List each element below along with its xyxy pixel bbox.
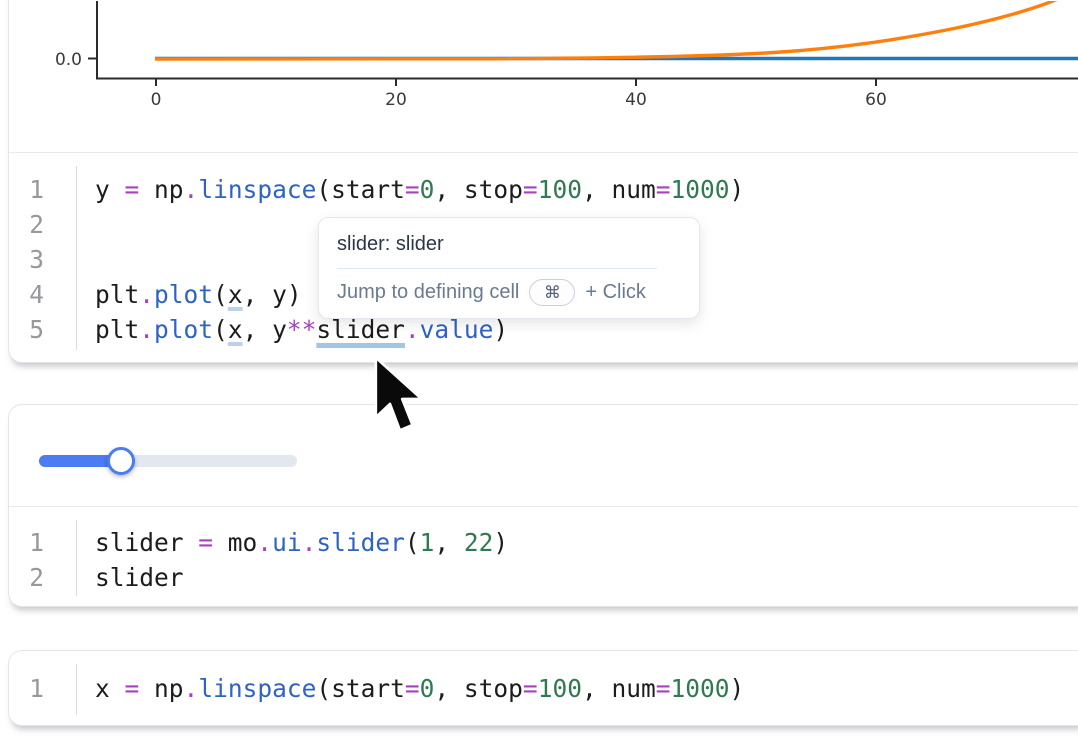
plot-output-area: 0.0 0 20 40 60 (9, 0, 1078, 153)
line-number: 4 (9, 277, 44, 312)
code-text[interactable]: slider = mo.ui.slider(1, 22) (44, 525, 508, 560)
gutter-separator (76, 166, 77, 350)
gutter-separator (76, 520, 77, 596)
y-tick-label: 0.0 (55, 50, 82, 70)
x-tick-label: 0 (151, 90, 162, 110)
code-text[interactable]: y = np.linspace(start=0, stop=100, num=1… (44, 172, 744, 207)
line-number: 2 (9, 560, 44, 595)
x-tick-label: 40 (625, 90, 647, 110)
tooltip-title: slider: slider (337, 231, 681, 257)
line-number: 2 (9, 207, 44, 242)
code-text[interactable] (44, 207, 95, 242)
tooltip-action-label: Jump to defining cell (337, 281, 519, 304)
tooltip-divider (337, 268, 657, 269)
tooltip-click-label: + Click (585, 281, 646, 304)
slider-output-area (9, 405, 1078, 507)
line-number: 1 (9, 172, 44, 207)
line-number: 1 (9, 671, 44, 706)
mouse-cursor-icon (372, 350, 424, 438)
x-tick-label: 60 (865, 90, 887, 110)
plot-line-orange (155, 1, 1067, 59)
code-line[interactable]: 1 slider = mo.ui.slider(1, 22) (9, 525, 1078, 560)
notebook-screen: 0.0 0 20 40 60 1 y = np.linspace(start=0… (0, 0, 1078, 746)
matplotlib-plot: 0.0 0 20 40 60 (9, 1, 1078, 153)
slider-thumb[interactable] (107, 447, 135, 475)
code-editor-x-cell[interactable]: 1 x = np.linspace(start=0, stop=100, num… (9, 651, 1078, 726)
line-number: 5 (9, 312, 44, 347)
cell-x-definition: 1 x = np.linspace(start=0, stop=100, num… (8, 650, 1078, 726)
variable-tooltip: slider: slider Jump to defining cell ⌘ +… (318, 217, 700, 319)
code-line[interactable]: 1 y = np.linspace(start=0, stop=100, num… (9, 172, 1078, 207)
line-number: 1 (9, 525, 44, 560)
code-text[interactable]: plt.plot(x, y) (44, 277, 302, 312)
command-key-badge: ⌘ (529, 279, 575, 306)
code-line[interactable]: 1 x = np.linspace(start=0, stop=100, num… (9, 671, 1078, 706)
command-key-icon: ⌘ (544, 283, 561, 303)
gutter-separator (76, 664, 77, 715)
code-text[interactable]: slider (44, 560, 184, 595)
code-editor-slider-cell[interactable]: 1 slider = mo.ui.slider(1, 22) 2 slider (9, 507, 1078, 607)
code-text[interactable] (44, 242, 95, 277)
tooltip-hint-row: Jump to defining cell ⌘ + Click (337, 279, 681, 306)
line-number: 3 (9, 242, 44, 277)
x-tick-label: 20 (385, 90, 407, 110)
cell-slider: 1 slider = mo.ui.slider(1, 22) 2 slider (8, 404, 1078, 607)
code-text[interactable]: x = np.linspace(start=0, stop=100, num=1… (44, 671, 744, 706)
code-line[interactable]: 2 slider (9, 560, 1078, 595)
